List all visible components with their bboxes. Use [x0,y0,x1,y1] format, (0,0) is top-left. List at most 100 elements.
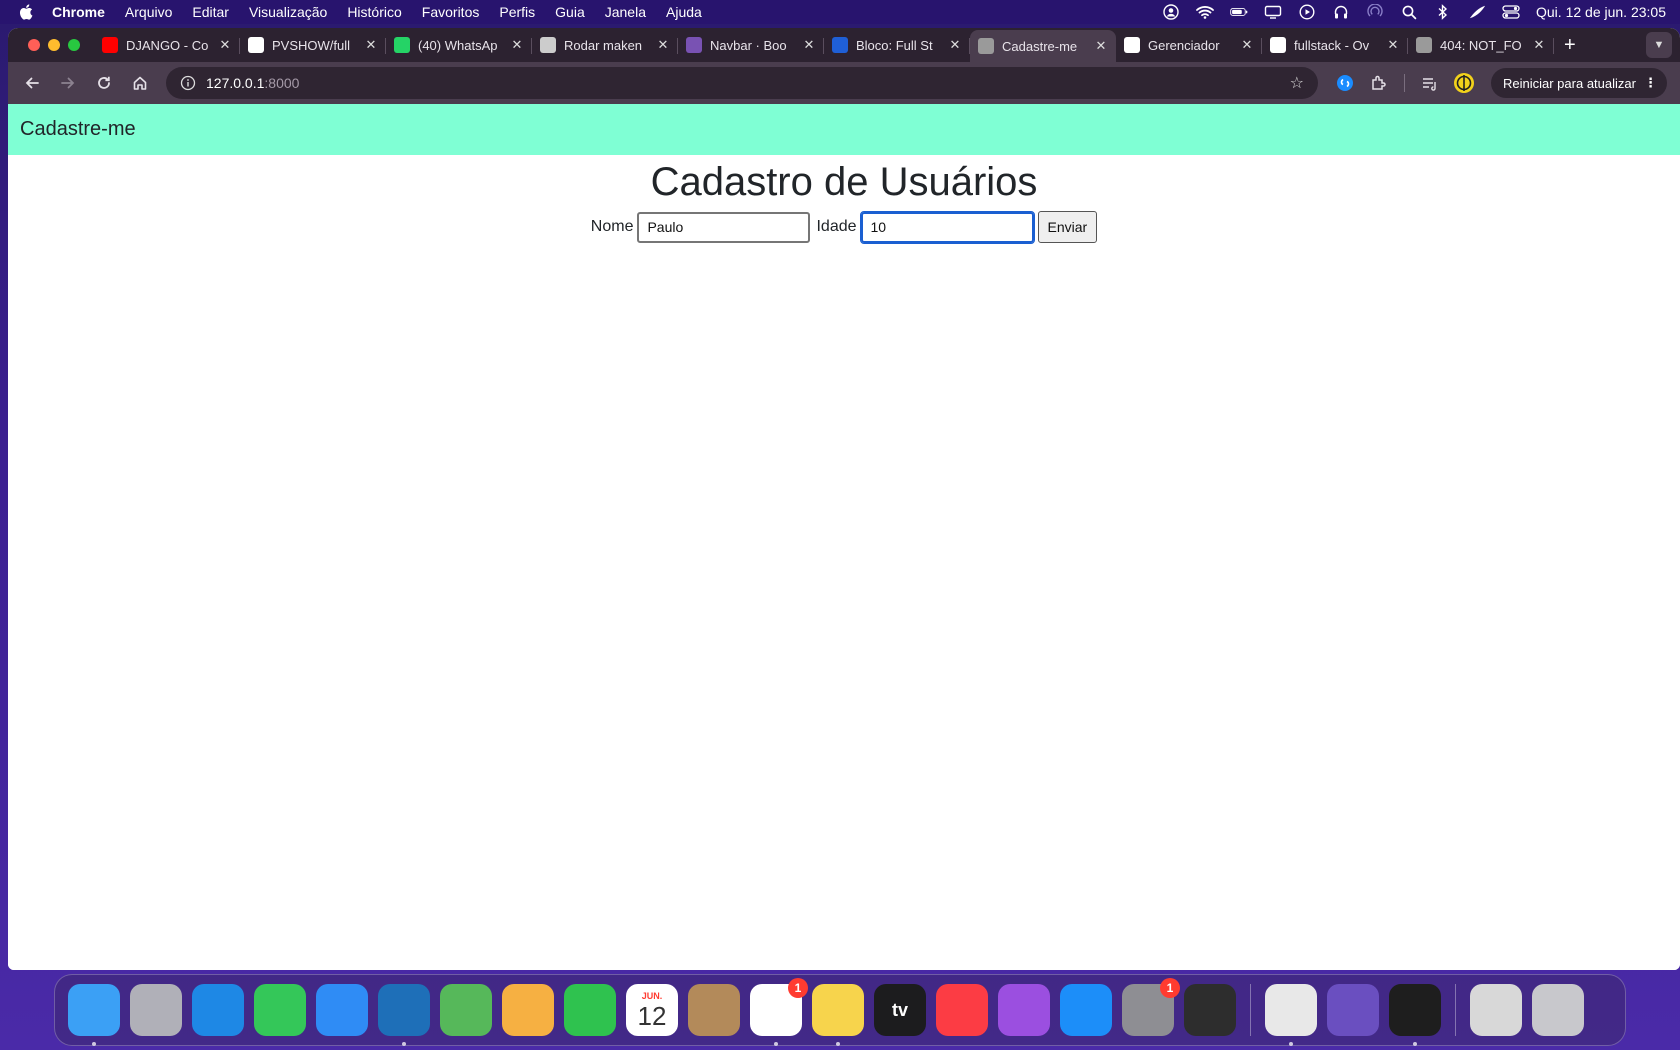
podcasts-icon[interactable] [998,984,1050,1036]
close-window-button[interactable] [28,39,40,51]
launchpad-icon[interactable] [130,984,182,1036]
headphones-icon[interactable] [1332,4,1350,20]
bluetooth-icon[interactable] [1434,4,1452,20]
github-icon [248,37,264,53]
app-store-icon[interactable] [1060,984,1112,1036]
chrome-icon[interactable] [1265,984,1317,1046]
minimize-window-button[interactable] [48,39,60,51]
menu-guia[interactable]: Guia [555,4,585,20]
wifi-icon[interactable] [1196,4,1214,20]
tab-close-icon[interactable]: ✕ [948,37,962,53]
screen-mirroring-icon[interactable] [1264,4,1282,20]
dock-separator [1250,984,1251,1036]
tab-close-icon[interactable]: ✕ [1240,37,1254,53]
browser-tab[interactable]: (40) WhatsAp ✕ [386,30,532,60]
airdrop-icon[interactable] [1366,4,1384,20]
tab-close-icon[interactable]: ✕ [1532,37,1546,53]
trash-icon[interactable] [1532,984,1584,1036]
apple-logo-icon[interactable] [18,3,36,21]
browser-tab[interactable]: 404: NOT_FO ✕ [1408,30,1554,60]
dbeaver-icon[interactable] [1184,984,1236,1036]
name-input[interactable] [637,211,811,243]
system-settings-icon[interactable]: 1 [1122,978,1180,1036]
menu-historico[interactable]: Histórico [347,4,401,20]
now-playing-icon[interactable] [1298,4,1316,20]
tab-close-icon[interactable]: ✕ [1386,37,1400,53]
tv-icon[interactable]: tv [874,984,926,1036]
facetime-icon[interactable] [564,984,616,1036]
browser-tab[interactable]: PVSHOW/full ✕ [240,30,386,60]
globe-icon [1416,37,1432,53]
browser-tab[interactable]: Gerenciador ✕ [1116,30,1262,60]
maps-icon[interactable] [440,984,492,1036]
tab-title: Cadastre-me [1002,38,1078,54]
tab-title: PVSHOW/full [272,37,351,53]
menu-editar[interactable]: Editar [192,4,229,20]
browser-tab[interactable]: DJANGO - Co ✕ [94,30,240,60]
forward-arrow-icon[interactable] [50,65,86,101]
site-info-icon[interactable] [180,75,196,91]
reading-list-icon[interactable] [1413,66,1447,100]
photos-icon[interactable] [502,984,554,1036]
navbar-brand-link[interactable]: Cadastre-me [20,118,136,141]
tab-close-icon[interactable]: ✕ [510,37,524,53]
safari-icon[interactable] [192,984,244,1036]
reminders-icon[interactable]: 1 [750,978,808,1046]
reload-icon[interactable] [86,65,122,101]
mail-icon[interactable] [316,984,368,1036]
restart-to-update-button[interactable]: Reiniciar para atualizar ⋮ [1491,68,1667,98]
notes-icon[interactable] [812,984,864,1046]
browser-tab[interactable]: Bloco: Full St ✕ [824,30,970,60]
back-arrow-icon[interactable] [14,65,50,101]
kebab-menu-icon[interactable]: ⋮ [1644,75,1657,91]
menu-perfis[interactable]: Perfis [499,4,535,20]
home-icon[interactable] [122,65,158,101]
menu-visualizacao[interactable]: Visualização [249,4,327,20]
tab-search-chevron-icon[interactable]: ▼ [1646,32,1672,58]
contacts-icon[interactable] [688,984,740,1036]
menu-ajuda[interactable]: Ajuda [666,4,702,20]
browser-tab[interactable]: Navbar · Boo ✕ [678,30,824,60]
menu-favoritos[interactable]: Favoritos [422,4,480,20]
menu-janela[interactable]: Janela [605,4,646,20]
tab-close-icon[interactable]: ✕ [364,37,378,53]
calendar-icon[interactable]: JUN. 12 [626,984,678,1036]
tab-close-icon[interactable]: ✕ [656,37,670,53]
menu-arquivo[interactable]: Arquivo [125,4,172,20]
menu-bar-clock[interactable]: Qui. 12 de jun. 23:05 [1536,4,1666,20]
profile-avatar-icon[interactable] [1447,66,1481,100]
quill-icon[interactable] [1327,984,1379,1036]
running-indicator [92,1042,96,1046]
extensions-puzzle-icon[interactable] [1362,66,1396,100]
menu-app-name[interactable]: Chrome [52,4,105,20]
age-input[interactable] [859,210,1035,244]
new-tab-button[interactable]: + [1564,28,1576,62]
messages-icon[interactable] [254,984,306,1036]
chrome-browser-window: DJANGO - Co ✕ PVSHOW/full ✕ (40) WhatsAp ✕ Rod… [8,28,1680,970]
browser-tab[interactable]: Cadastre-me ✕ [970,30,1116,62]
feather-app-icon[interactable] [1468,4,1486,20]
address-bar[interactable]: 127.0.0.1:8000 ☆ [166,67,1318,99]
tab-close-icon[interactable]: ✕ [218,37,232,53]
browser-tab[interactable]: Rodar maken ✕ [532,30,678,60]
user-account-icon[interactable] [1162,4,1180,20]
notification-badge: 1 [788,978,808,998]
shazam-extension-icon[interactable] [1328,66,1362,100]
documents-icon[interactable] [1470,984,1522,1036]
tab-title: fullstack - Ov [1294,37,1370,53]
vscode-icon[interactable] [378,984,430,1046]
control-center-icon[interactable] [1502,4,1520,20]
battery-icon[interactable] [1230,4,1248,20]
finder-icon[interactable] [68,984,120,1046]
tab-close-icon[interactable]: ✕ [1094,38,1108,54]
music-icon[interactable] [936,984,988,1036]
browser-tab[interactable]: fullstack - Ov ✕ [1262,30,1408,60]
bookmark-star-icon[interactable]: ☆ [1290,73,1304,93]
terminal-icon[interactable] [1389,984,1441,1046]
submit-button[interactable]: Enviar [1037,211,1098,243]
zoom-window-button[interactable] [68,39,80,51]
spotlight-search-icon[interactable] [1400,4,1418,20]
tab-close-icon[interactable]: ✕ [802,37,816,53]
age-label: Idade [816,218,857,235]
url-port: :8000 [264,75,300,91]
